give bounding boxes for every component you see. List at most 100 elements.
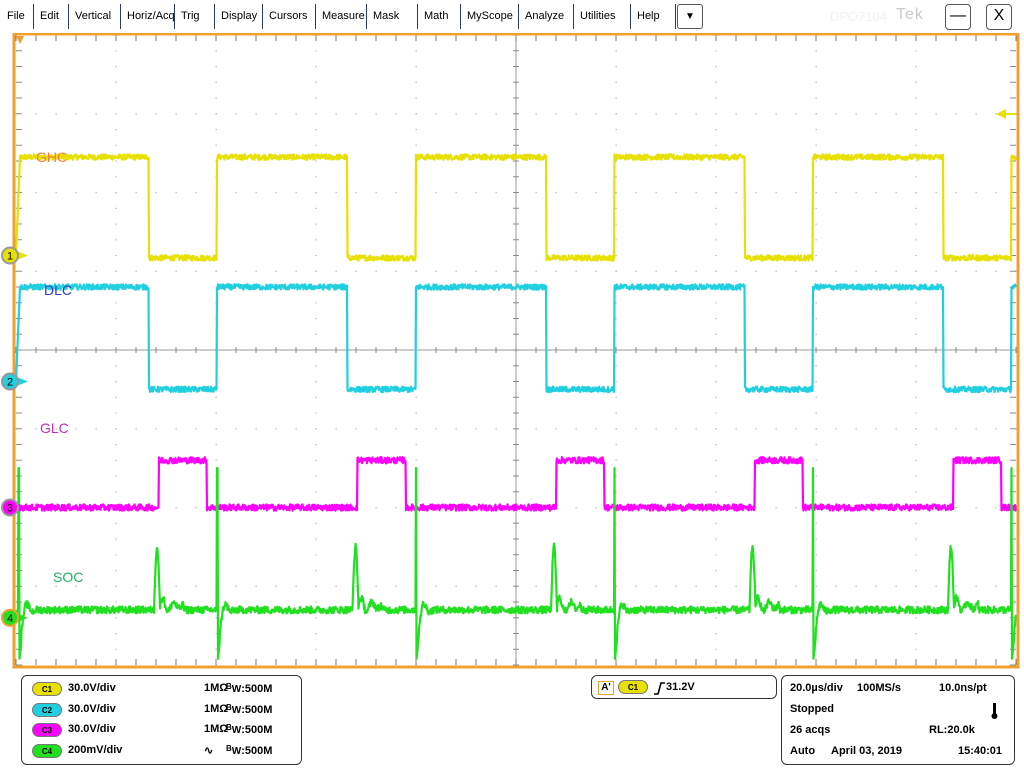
grid-dot xyxy=(815,302,817,304)
grid-dot xyxy=(495,192,497,194)
menu-item-edit[interactable]: Edit xyxy=(33,0,66,32)
channel-badge[interactable]: C3 xyxy=(32,723,62,737)
menu-item-analyze[interactable]: Analyze xyxy=(518,0,571,32)
grid-dot xyxy=(815,50,817,52)
grid-dot xyxy=(235,113,237,115)
grid-dot xyxy=(715,239,717,241)
menu-item-myscope[interactable]: MyScope xyxy=(460,0,520,32)
trigger-panel[interactable]: A' C1 31.2V xyxy=(591,675,777,699)
grid-dot xyxy=(75,585,77,587)
grid-dot xyxy=(315,81,317,83)
grid-dot xyxy=(935,113,937,115)
grid-dot xyxy=(975,585,977,587)
channel-row-c1[interactable]: C1 30.0V/div 1MΩ BW:500M xyxy=(32,680,292,698)
grid-dot xyxy=(695,192,697,194)
channel-badge[interactable]: C4 xyxy=(32,743,62,758)
grid-dot xyxy=(615,144,617,146)
grid-dot xyxy=(895,270,897,272)
grid-dot xyxy=(295,585,297,587)
trigger-position-marker[interactable] xyxy=(16,36,24,44)
grid-dot xyxy=(815,207,817,209)
grid-dot xyxy=(855,113,857,115)
grid-dot xyxy=(915,255,917,257)
grid-dot xyxy=(315,50,317,52)
channel-badge[interactable]: C1 xyxy=(32,682,62,696)
bw-value: :500M xyxy=(241,703,273,716)
grid-dot xyxy=(815,491,817,493)
grid-dot xyxy=(295,192,297,194)
menu-item-trig[interactable]: Trig xyxy=(174,0,207,32)
waveform-plot[interactable]: GHC DLC GLC SOC 1 2 3 4 xyxy=(0,32,1024,670)
grid-dot xyxy=(455,585,457,587)
channel-scale: 200mV/div xyxy=(68,743,123,756)
grid-dot xyxy=(75,428,77,430)
grid-dot xyxy=(415,113,417,115)
grid-dot xyxy=(715,113,717,115)
grid-dot xyxy=(315,144,317,146)
grid-dot xyxy=(355,585,357,587)
close-button[interactable]: X xyxy=(986,4,1012,30)
grid-dot xyxy=(915,491,917,493)
grid-dot xyxy=(315,381,317,383)
grid-dot xyxy=(715,223,717,225)
grid-dot xyxy=(415,396,417,398)
grid-dot xyxy=(335,192,337,194)
grid-dot xyxy=(155,270,157,272)
grid-dot xyxy=(395,507,397,509)
menu-item-cursors[interactable]: Cursors xyxy=(262,0,315,32)
grid-dot xyxy=(715,475,717,477)
menu-item-math[interactable]: Math xyxy=(417,0,455,32)
grid-dot xyxy=(915,365,917,367)
grid-dot xyxy=(915,302,917,304)
menu-item-help[interactable]: Help xyxy=(630,0,667,32)
grid-dot xyxy=(115,522,117,524)
grid-dot xyxy=(495,428,497,430)
grid-dot xyxy=(395,113,397,115)
menu-item-horiz-acq[interactable]: Horiz/Acq xyxy=(120,0,182,32)
grid-dot xyxy=(975,507,977,509)
menu-item-vertical[interactable]: Vertical xyxy=(68,0,118,32)
grid-dot xyxy=(915,459,917,461)
channel-row-c2[interactable]: C2 30.0V/div 1MΩ BW:500M xyxy=(32,701,292,719)
grid-dot xyxy=(715,318,717,320)
minimize-icon: — xyxy=(950,7,966,24)
menu-item-display[interactable]: Display xyxy=(214,0,264,32)
horizontal-acquisition-panel[interactable]: 20.0µs/div 100MS/s 10.0ns/pt Stopped 26 … xyxy=(781,675,1015,765)
menu-separator xyxy=(33,4,34,29)
grid-dot xyxy=(815,381,817,383)
grid-dot xyxy=(115,255,117,257)
grid-dot xyxy=(815,160,817,162)
grid-dot xyxy=(815,144,817,146)
channel-row-c3[interactable]: C3 30.0V/div 1MΩ BW:500M xyxy=(32,721,292,739)
grid-dot xyxy=(275,428,277,430)
grid-dot xyxy=(315,223,317,225)
channel-badge[interactable]: C2 xyxy=(32,702,62,717)
scope-display[interactable]: GHC DLC GLC SOC 1 2 3 4 xyxy=(0,32,1024,670)
menu-item-measure[interactable]: Measure xyxy=(315,0,372,32)
grid-dot xyxy=(995,270,997,272)
grid-dot xyxy=(115,160,117,162)
grid-dot xyxy=(535,428,537,430)
grid-dot xyxy=(615,381,617,383)
menu-item-mask[interactable]: Mask xyxy=(366,0,406,32)
grid-dot xyxy=(115,428,117,430)
channel-row-c4[interactable]: C4 200mV/div ∿ BW:500M xyxy=(32,742,292,760)
grid-dot xyxy=(415,144,417,146)
menu-dropdown-button[interactable]: ▼ xyxy=(677,4,703,29)
grid-dot xyxy=(355,192,357,194)
channel-impedance: 1MΩ xyxy=(204,682,229,694)
grid-dot xyxy=(775,192,777,194)
grid-dot xyxy=(475,113,477,115)
menu-item-utilities[interactable]: Utilities xyxy=(573,0,622,32)
grid-dot xyxy=(955,585,957,587)
grid-dot xyxy=(655,585,657,587)
menu-item-file[interactable]: File xyxy=(0,0,32,32)
grid-dot xyxy=(675,428,677,430)
grid-dot xyxy=(115,412,117,414)
grid-dot xyxy=(155,192,157,194)
grid-dot xyxy=(615,113,617,115)
minimize-button[interactable]: — xyxy=(945,4,971,30)
grid-dot xyxy=(415,50,417,52)
grid-dot xyxy=(975,270,977,272)
grid-dot xyxy=(395,270,397,272)
